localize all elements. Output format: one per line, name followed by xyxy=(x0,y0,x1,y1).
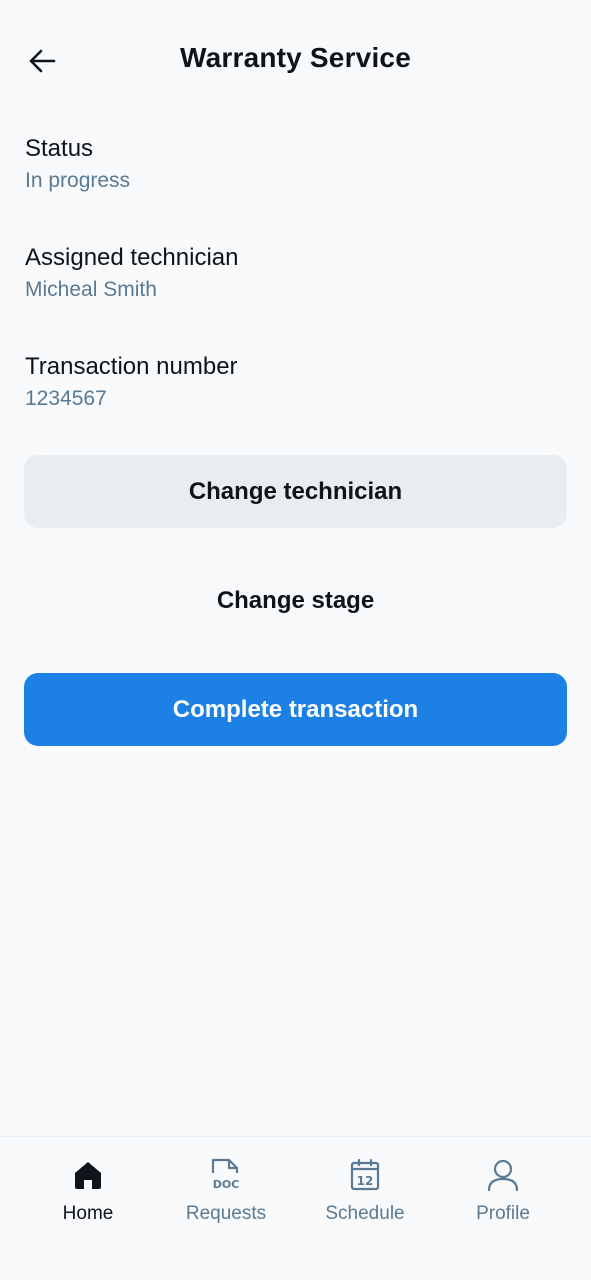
technician-label: Assigned technician xyxy=(25,244,239,271)
user-icon xyxy=(483,1155,523,1195)
status-field: Status In progress xyxy=(25,134,130,195)
status-label: Status xyxy=(25,135,94,162)
header: Warranty Service xyxy=(0,0,591,120)
nav-label-home: Home xyxy=(62,1203,114,1224)
transaction-value: 1234567 xyxy=(25,387,107,410)
home-icon xyxy=(68,1155,108,1195)
nav-item-profile[interactable]: Profile xyxy=(433,1155,573,1255)
svg-text:DOC: DOC xyxy=(213,1178,240,1191)
status-value: In progress xyxy=(25,169,131,192)
warranty-service-screen: Warranty Service Status In progress Assi… xyxy=(0,0,591,1280)
technician-value: Micheal Smith xyxy=(25,278,157,301)
bottom-nav: Home DOC Requests 12 Schedule Profile xyxy=(0,1136,591,1280)
technician-field: Assigned technician Micheal Smith xyxy=(25,243,238,304)
transaction-label: Transaction number xyxy=(25,353,238,380)
page-title: Warranty Service xyxy=(180,42,411,73)
nav-item-requests[interactable]: DOC Requests xyxy=(156,1155,296,1255)
complete-transaction-button[interactable]: Complete transaction xyxy=(24,673,567,746)
document-icon: DOC xyxy=(206,1155,246,1195)
transaction-field: Transaction number 1234567 xyxy=(25,352,238,413)
calendar-icon: 12 xyxy=(345,1155,385,1195)
svg-text:12: 12 xyxy=(357,1174,374,1188)
nav-label-profile: Profile xyxy=(476,1203,530,1224)
nav-item-schedule[interactable]: 12 Schedule xyxy=(295,1155,435,1255)
nav-item-home[interactable]: Home xyxy=(18,1155,158,1255)
nav-label-requests: Requests xyxy=(185,1203,267,1224)
change-stage-button[interactable]: Change stage xyxy=(24,564,567,637)
change-technician-button[interactable]: Change technician xyxy=(24,455,567,528)
nav-label-schedule: Schedule xyxy=(325,1203,405,1224)
